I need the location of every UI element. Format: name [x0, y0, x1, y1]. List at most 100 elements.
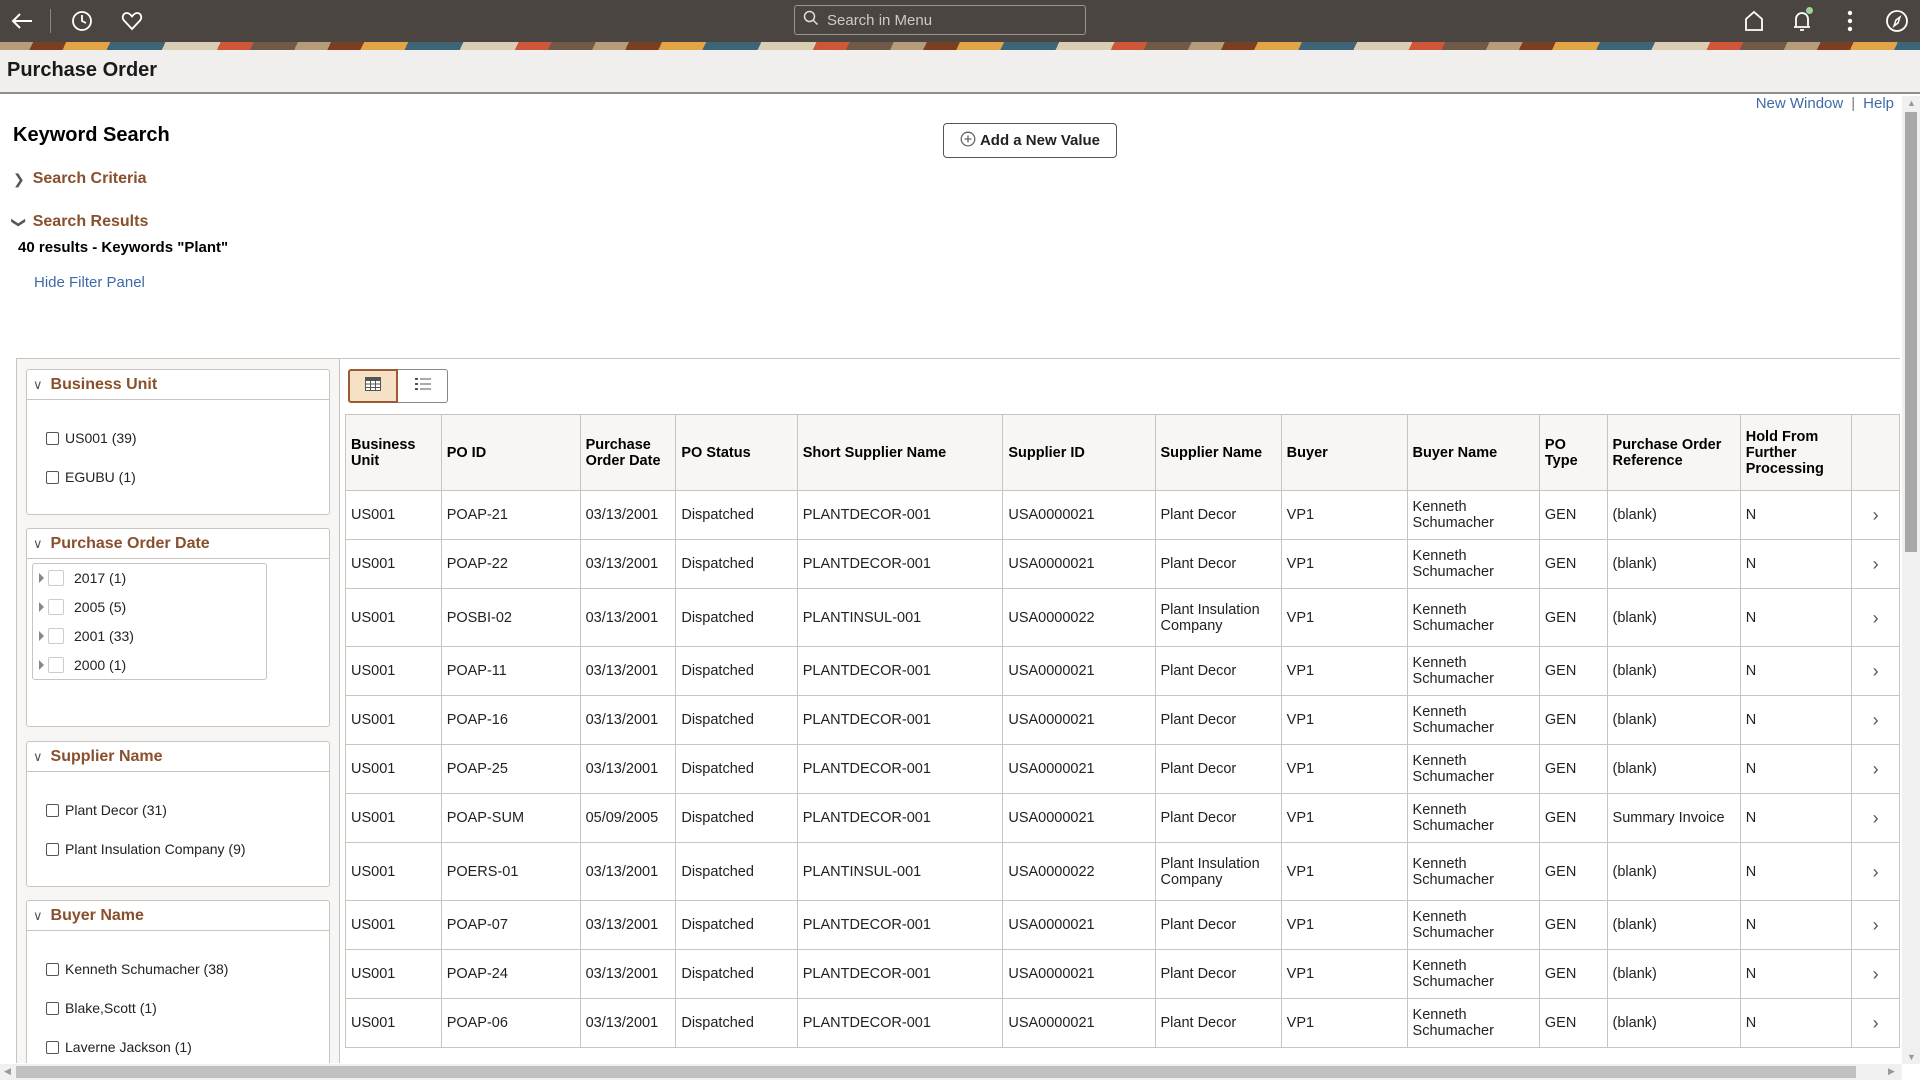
filter-group-header[interactable]: ∨ Purchase Order Date [27, 529, 329, 559]
column-header[interactable]: PO ID [440, 414, 581, 491]
tree-node[interactable]: 2005 (5) [39, 599, 126, 615]
table-cell: PLANTDECOR-001 [796, 998, 1004, 1048]
row-chevron-right-icon[interactable]: › [1851, 842, 1900, 901]
expand-triangle-icon[interactable] [39, 602, 44, 612]
table-row[interactable]: US001 POAP-16 03/13/2001 Dispatched PLANTDEC… [345, 695, 1900, 745]
filter-option[interactable]: Blake,Scott (1) [46, 1000, 157, 1016]
grid-view-button[interactable] [348, 369, 398, 403]
filter-checkbox[interactable] [46, 803, 59, 817]
table-cell: Dispatched [675, 490, 798, 540]
filter-group-header[interactable]: ∨ Business Unit [27, 370, 329, 400]
column-header[interactable]: Hold From Further Processing [1739, 414, 1853, 491]
filter-checkbox[interactable] [46, 470, 59, 484]
table-cell: Plant Decor [1154, 949, 1282, 999]
table-row[interactable]: US001 POAP-SUM 05/09/2005 Dispatched PLANTDE… [345, 793, 1900, 843]
tree-checkbox[interactable] [48, 657, 64, 673]
table-cell: (blank) [1606, 695, 1741, 745]
row-chevron-right-icon[interactable]: › [1851, 949, 1900, 999]
filter-group-header[interactable]: ∨ Buyer Name [27, 901, 329, 931]
column-header[interactable]: Supplier Name [1154, 414, 1282, 491]
column-header[interactable]: PO Status [675, 414, 798, 491]
table-row[interactable]: US001 POAP-25 03/13/2001 Dispatched PLANTDEC… [345, 744, 1900, 794]
column-header[interactable]: Buyer [1280, 414, 1408, 491]
table-row[interactable]: US001 POERS-01 03/13/2001 Dispatched PLANTIN… [345, 842, 1900, 901]
table-cell: GEN [1538, 539, 1608, 589]
help-link[interactable]: Help [1863, 95, 1894, 112]
column-header[interactable]: Supplier ID [1002, 414, 1156, 491]
favorites-heart-icon[interactable] [116, 5, 148, 37]
row-chevron-right-icon[interactable]: › [1851, 588, 1900, 647]
filter-option[interactable]: US001 (39) [46, 430, 137, 446]
table-row[interactable]: US001 POAP-22 03/13/2001 Dispatched PLANTDEC… [345, 539, 1900, 589]
expand-triangle-icon[interactable] [39, 660, 44, 670]
table-row[interactable]: US001 POAP-21 03/13/2001 Dispatched PLANTDEC… [345, 490, 1900, 540]
table-cell: POERS-01 [440, 842, 581, 901]
row-chevron-right-icon[interactable]: › [1851, 539, 1900, 589]
row-chevron-right-icon[interactable]: › [1851, 695, 1900, 745]
add-new-value-button[interactable]: Add a New Value [943, 123, 1117, 158]
scroll-left-icon[interactable]: ◀ [4, 1066, 11, 1077]
filter-option[interactable]: EGUBU (1) [46, 469, 136, 485]
table-row[interactable]: US001 POSBI-02 03/13/2001 Dispatched PLANTIN… [345, 588, 1900, 647]
row-chevron-right-icon[interactable]: › [1851, 793, 1900, 843]
back-arrow-icon[interactable] [6, 5, 38, 37]
expand-triangle-icon[interactable] [39, 573, 44, 583]
column-header[interactable]: Short Supplier Name [796, 414, 1004, 491]
filter-checkbox[interactable] [46, 842, 59, 856]
horizontal-scrollbar[interactable]: ◀ ▶ [0, 1064, 1902, 1080]
vertical-scroll-thumb[interactable] [1905, 112, 1917, 552]
recent-history-icon[interactable] [66, 5, 98, 37]
menu-search-box[interactable] [794, 5, 1086, 35]
new-window-link[interactable]: New Window [1756, 95, 1844, 112]
scroll-down-icon[interactable]: ▼ [1907, 1052, 1916, 1062]
horizontal-scroll-thumb[interactable] [16, 1066, 1856, 1078]
vertical-scrollbar[interactable]: ▲ ▼ [1902, 96, 1920, 1064]
column-header[interactable]: Purchase Order Reference [1606, 414, 1741, 491]
column-header[interactable]: Business Unit [345, 414, 442, 491]
navigator-compass-icon[interactable] [1881, 5, 1913, 37]
filter-option-label: EGUBU (1) [65, 469, 136, 485]
row-chevron-right-icon[interactable]: › [1851, 744, 1900, 794]
filter-checkbox[interactable] [46, 1001, 59, 1015]
list-view-button[interactable] [398, 369, 448, 403]
table-row[interactable]: US001 POAP-24 03/13/2001 Dispatched PLANTDEC… [345, 949, 1900, 999]
column-header[interactable]: PO Type [1538, 414, 1608, 491]
filter-option[interactable]: Laverne Jackson (1) [46, 1039, 192, 1055]
table-row[interactable]: US001 POAP-07 03/13/2001 Dispatched PLANTDEC… [345, 900, 1900, 950]
column-header[interactable]: Purchase Order Date [579, 414, 677, 491]
row-chevron-right-icon[interactable]: › [1851, 646, 1900, 696]
more-actions-icon[interactable] [1834, 5, 1866, 37]
table-row[interactable]: US001 POAP-06 03/13/2001 Dispatched PLANTDEC… [345, 998, 1900, 1048]
row-chevron-right-icon[interactable]: › [1851, 998, 1900, 1048]
filter-group-header[interactable]: ∨ Supplier Name [27, 742, 329, 772]
scroll-right-icon[interactable]: ▶ [1888, 1066, 1895, 1077]
filter-checkbox[interactable] [46, 962, 59, 976]
column-header[interactable]: Buyer Name [1406, 414, 1540, 491]
tree-checkbox[interactable] [48, 628, 64, 644]
search-criteria-toggle[interactable]: ❯ Search Criteria [13, 170, 147, 188]
table-cell: VP1 [1280, 646, 1408, 696]
expand-triangle-icon[interactable] [39, 631, 44, 641]
tree-node[interactable]: 2017 (1) [39, 570, 126, 586]
scroll-up-icon[interactable]: ▲ [1907, 98, 1916, 108]
tree-node[interactable]: 2000 (1) [39, 657, 126, 673]
table-cell: VP1 [1280, 539, 1408, 589]
filter-option[interactable]: Kenneth Schumacher (38) [46, 961, 228, 977]
tree-checkbox[interactable] [48, 599, 64, 615]
tree-node-label: 2017 (1) [74, 570, 127, 586]
table-cell: GEN [1538, 998, 1608, 1048]
notifications-bell-icon[interactable] [1786, 5, 1818, 37]
filter-option[interactable]: Plant Decor (31) [46, 802, 167, 818]
tree-node[interactable]: 2001 (33) [39, 628, 134, 644]
filter-option[interactable]: Plant Insulation Company (9) [46, 841, 246, 857]
row-chevron-right-icon[interactable]: › [1851, 900, 1900, 950]
table-row[interactable]: US001 POAP-11 03/13/2001 Dispatched PLANTDEC… [345, 646, 1900, 696]
menu-search-input[interactable] [825, 10, 1075, 30]
filter-checkbox[interactable] [46, 431, 59, 445]
search-results-toggle[interactable]: ❯ Search Results [11, 213, 148, 231]
hide-filter-panel-link[interactable]: Hide Filter Panel [34, 274, 145, 291]
home-icon[interactable] [1738, 5, 1770, 37]
row-chevron-right-icon[interactable]: › [1851, 490, 1900, 540]
tree-checkbox[interactable] [48, 570, 64, 586]
filter-checkbox[interactable] [46, 1040, 59, 1054]
